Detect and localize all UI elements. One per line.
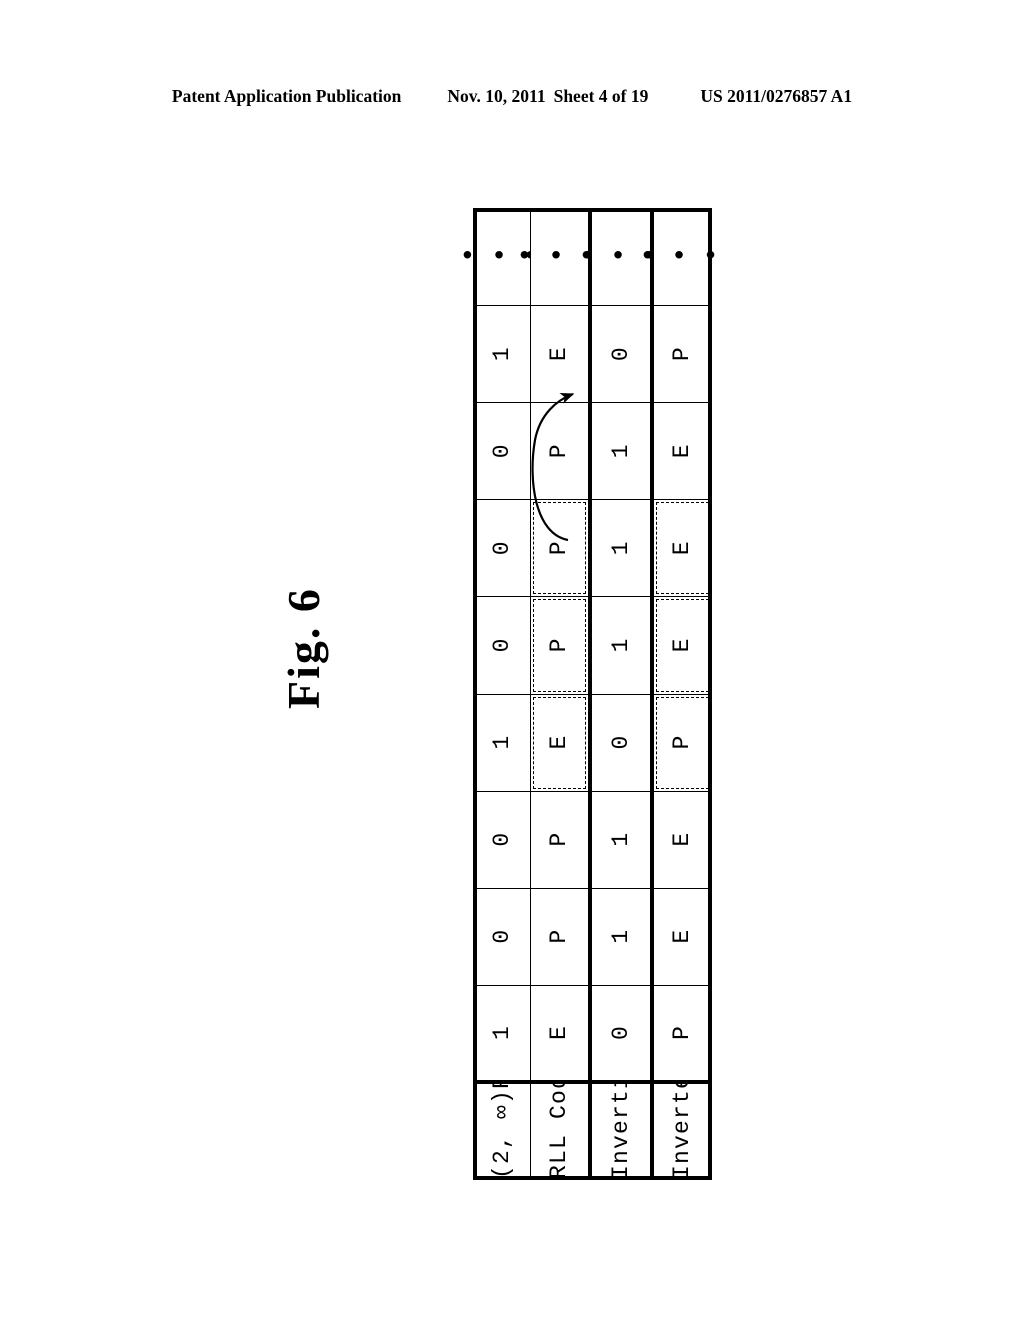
rll-table-rotated-wrapper: (2, ∞)RLL Code 1 0 0 1 0 0 0 1 • • • RLL… (460, 208, 723, 1180)
cell-rll-code-1: 0 (473, 888, 531, 986)
table-row: Inverted Pattern P E E P E E E P • • • (640, 208, 723, 1180)
figure-6-table-area: (2, ∞)RLL Code 1 0 0 1 0 0 0 1 • • • RLL… (460, 208, 723, 1180)
cell-inverting-7: 0 (589, 305, 652, 403)
cell-inverted-ellipsis: • • • (640, 208, 723, 306)
cell-rll-code-3: 1 (473, 694, 531, 792)
row-label-inverting: Inverting (589, 1044, 652, 1180)
cell-rll-pattern-7: E (530, 305, 590, 403)
cell-inverted-4-highlighted: E (651, 596, 712, 695)
cell-inverted-1: E (651, 888, 712, 986)
cell-inverted-3-highlighted: P (651, 694, 712, 792)
rll-coding-table: (2, ∞)RLL Code 1 0 0 1 0 0 0 1 • • • RLL… (460, 208, 723, 1180)
cell-rll-pattern-5-highlighted: P (530, 499, 590, 597)
table-row: RLL Coding Pattern E P P E P P P E • • • (517, 208, 599, 1180)
cell-rll-pattern-0: E (530, 985, 590, 1083)
cell-rll-code-7: 1 (473, 305, 531, 403)
row-label-rll-code: (2, ∞)RLL Code (473, 969, 531, 1180)
cell-rll-pattern-3-highlighted: E (530, 694, 590, 792)
cell-rll-code-2: 0 (473, 791, 531, 889)
cell-rll-code-5: 0 (473, 499, 531, 597)
cell-inverted-6: E (651, 402, 712, 500)
cell-rll-code-6: 0 (473, 402, 531, 500)
publication-date: Nov. 10, 2011 (447, 86, 546, 106)
cell-rll-pattern-4-highlighted: P (530, 596, 590, 695)
cell-inverted-7: P (651, 305, 712, 403)
patent-header: Patent Application Publication Nov. 10, … (0, 86, 1024, 107)
table-row: (2, ∞)RLL Code 1 0 0 1 0 0 0 1 • • • (460, 208, 542, 1180)
patent-document-number: US 2011/0276857 A1 (700, 86, 853, 106)
publication-label: Patent Application Publication (171, 86, 402, 106)
cell-inverting-6: 1 (589, 402, 652, 500)
cell-inverted-5-highlighted: E (651, 499, 712, 597)
cell-rll-code-4: 0 (473, 596, 531, 695)
cell-inverting-1: 1 (589, 888, 652, 986)
figure-caption: Fig. 6 (277, 587, 329, 709)
table-row: Inverting 0 1 1 0 1 1 1 0 • • • (578, 208, 661, 1180)
cell-inverting-5: 1 (589, 499, 652, 597)
cell-inverted-0: P (651, 985, 712, 1083)
row-label-rll-coding-pattern: RLL Coding Pattern (530, 909, 590, 1180)
cell-inverting-3: 0 (589, 694, 652, 792)
cell-inverting-2: 1 (589, 791, 652, 889)
cell-rll-code-0: 1 (473, 985, 531, 1083)
cell-rll-pattern-6: P (530, 402, 590, 500)
cell-inverted-2: E (651, 791, 712, 889)
sheet-number: Sheet 4 of 19 (553, 86, 649, 106)
cell-rll-pattern-2: P (530, 791, 590, 889)
cell-rll-pattern-1: P (530, 888, 590, 986)
row-label-inverted-pattern: Inverted Pattern (651, 939, 712, 1180)
cell-inverting-4: 1 (589, 596, 652, 695)
cell-inverting-0: 0 (589, 985, 652, 1083)
